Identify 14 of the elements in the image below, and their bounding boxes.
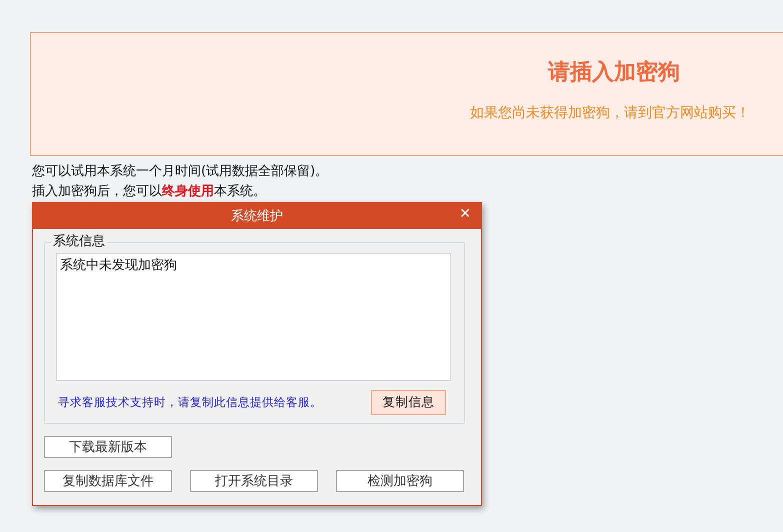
action-button[interactable]: 检测加密狗 <box>336 470 464 492</box>
action-button[interactable]: 打开系统目录 <box>190 470 318 492</box>
close-button[interactable]: ✕ <box>457 206 473 222</box>
support-hint: 寻求客服技术支持时，请复制此信息提供给客服。 <box>58 395 322 410</box>
notice-text: 插入加密狗后，您可以终身使用本系统。 <box>32 183 267 201</box>
info-text-area[interactable]: 系统中未发现加密狗 <box>56 253 451 381</box>
dialog-title: 系统维护 <box>231 208 283 225</box>
copy-info-button[interactable]: 复制信息 <box>371 390 446 415</box>
action-button[interactable]: 复制数据库文件 <box>44 470 172 492</box>
group-label: 系统信息 <box>51 234 107 250</box>
action-button[interactable]: 下载最新版本 <box>44 436 172 458</box>
notice-text: 您可以试用本系统一个月时间(试用数据全部保留)。 <box>32 163 330 181</box>
banner-title: 请插入加密狗 <box>546 58 681 87</box>
banner-subtitle: 如果您尚未获得加密狗，请到官方网站购买！ <box>469 104 751 123</box>
